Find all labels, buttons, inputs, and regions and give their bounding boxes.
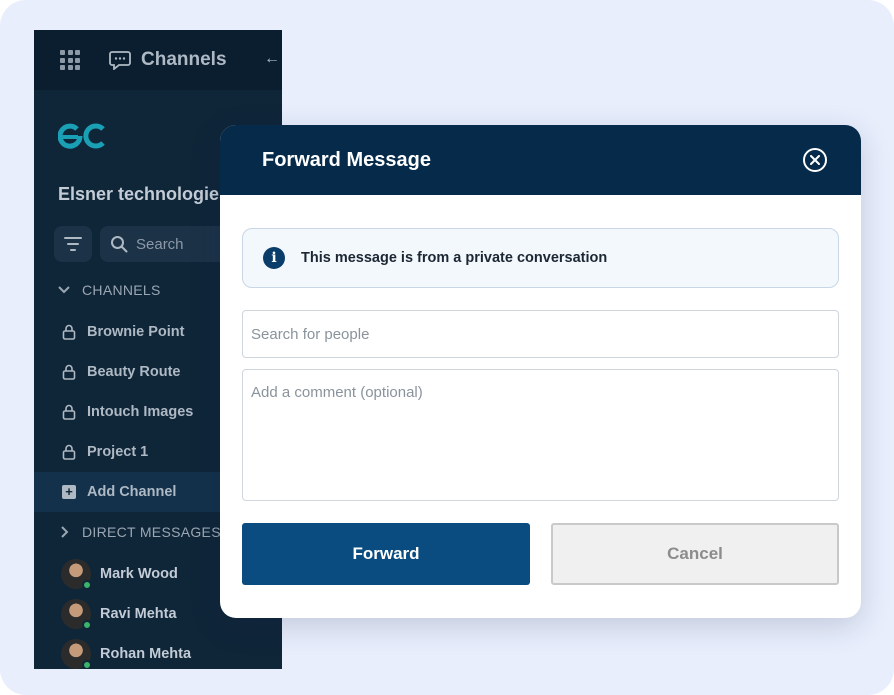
filter-button[interactable]: [54, 226, 92, 262]
organization-name: Elsner technologies: [58, 184, 230, 204]
chat-bubble-icon: [109, 51, 131, 70]
close-button[interactable]: [803, 148, 827, 172]
dialog-title: Forward Message: [262, 148, 431, 171]
avatar: [61, 599, 92, 630]
dm-name: Rohan Mehta: [100, 646, 192, 662]
lock-icon: [62, 404, 76, 420]
dm-name: Mark Wood: [100, 566, 178, 582]
arrow-left-icon[interactable]: ←: [264, 50, 280, 68]
plus-square-icon: +: [62, 485, 76, 499]
avatar: [61, 559, 92, 590]
online-status-dot: [82, 660, 92, 669]
apps-grid-icon[interactable]: [60, 50, 80, 70]
add-channel-label: Add Channel: [87, 484, 177, 500]
direct-messages-section-label: DIRECT MESSAGES: [82, 524, 221, 540]
lock-icon: [62, 324, 76, 340]
chevron-down-icon: [58, 286, 70, 294]
sidebar-header: Channels ←: [34, 30, 282, 90]
dialog-header: Forward Message: [220, 125, 861, 195]
direct-messages-section-toggle[interactable]: DIRECT MESSAGES: [56, 524, 221, 540]
channel-label: Intouch Images: [87, 404, 194, 420]
info-banner-text: This message is from a private conversat…: [301, 250, 608, 266]
chevron-right-icon: [61, 526, 69, 538]
sidebar-search-placeholder: Search: [136, 235, 184, 253]
lock-icon: [62, 364, 76, 380]
dm-item-rohan-mehta[interactable]: Rohan Mehta: [34, 634, 282, 669]
channels-section-label: CHANNELS: [82, 282, 161, 298]
online-status-dot: [82, 580, 92, 590]
close-circle-icon: [810, 155, 820, 165]
channel-label: Beauty Route: [87, 364, 181, 380]
company-logo: [58, 123, 105, 149]
info-banner: i This message is from a private convers…: [242, 228, 839, 288]
comment-textarea[interactable]: Add a comment (optional): [242, 369, 839, 501]
lock-icon: [62, 444, 76, 460]
filter-icon: [64, 237, 82, 251]
channel-label: Brownie Point: [87, 324, 185, 340]
search-icon: [111, 236, 128, 253]
cancel-button[interactable]: Cancel: [551, 523, 839, 585]
forward-button[interactable]: Forward: [242, 523, 530, 585]
search-people-input[interactable]: Search for people: [242, 310, 839, 358]
channel-label: Project 1: [87, 444, 149, 460]
info-icon: i: [263, 247, 285, 269]
comment-placeholder: Add a comment (optional): [251, 384, 423, 401]
forward-message-dialog: Forward Message i This message is from a…: [220, 125, 861, 618]
search-people-placeholder: Search for people: [251, 325, 370, 343]
channels-section-toggle[interactable]: CHANNELS: [56, 282, 161, 298]
online-status-dot: [82, 620, 92, 630]
avatar: [61, 639, 92, 669]
sidebar-title: Channels: [141, 49, 227, 70]
dm-name: Ravi Mehta: [100, 606, 177, 622]
